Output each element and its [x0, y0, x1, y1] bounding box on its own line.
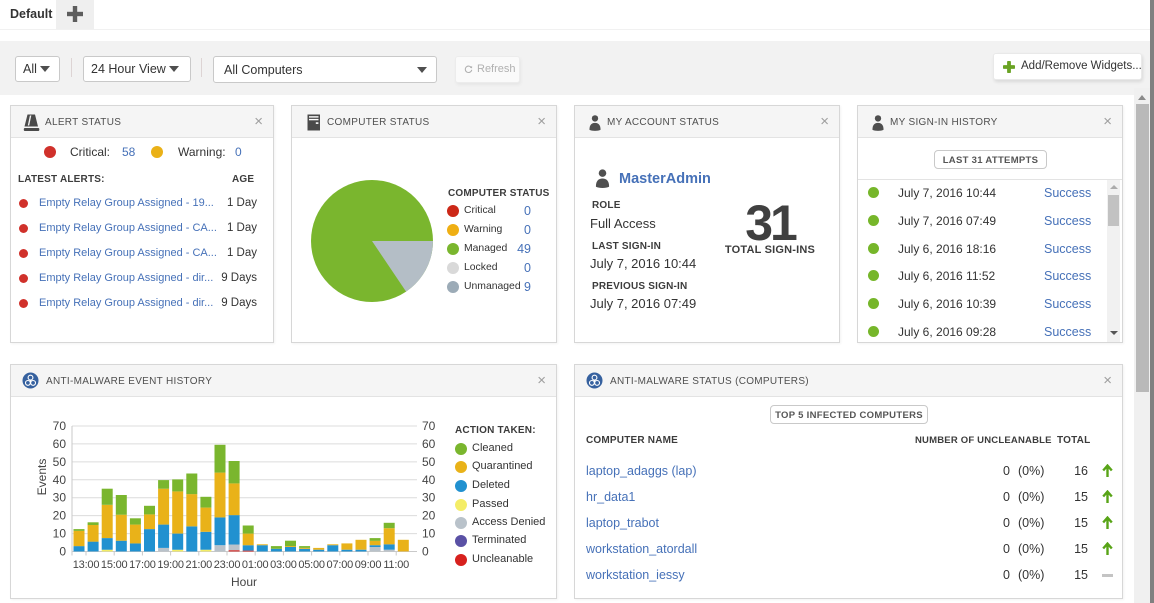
svg-text:60: 60 [53, 437, 67, 451]
svg-text:60: 60 [422, 437, 436, 451]
svg-text:10: 10 [53, 527, 67, 541]
svg-text:01:00: 01:00 [242, 559, 269, 571]
svg-text:05:00: 05:00 [298, 559, 325, 571]
svg-text:17:00: 17:00 [129, 559, 156, 571]
svg-text:23:00: 23:00 [214, 559, 241, 571]
svg-text:20: 20 [53, 509, 67, 523]
svg-text:10: 10 [422, 527, 436, 541]
svg-text:0: 0 [59, 545, 66, 559]
svg-text:40: 40 [53, 473, 67, 487]
svg-text:11:00: 11:00 [383, 559, 409, 571]
svg-text:70: 70 [53, 419, 67, 433]
svg-text:03:00: 03:00 [270, 559, 297, 571]
svg-text:15:00: 15:00 [101, 559, 128, 571]
svg-text:13:00: 13:00 [73, 559, 100, 571]
svg-text:50: 50 [422, 455, 436, 469]
svg-text:30: 30 [53, 491, 67, 505]
svg-text:21:00: 21:00 [186, 559, 213, 571]
svg-text:19:00: 19:00 [157, 559, 184, 571]
svg-text:70: 70 [422, 419, 436, 433]
svg-text:Events: Events [35, 459, 49, 496]
svg-text:07:00: 07:00 [327, 559, 354, 571]
svg-text:40: 40 [422, 473, 436, 487]
svg-text:09:00: 09:00 [355, 559, 382, 571]
svg-text:Hour: Hour [231, 575, 257, 589]
svg-text:20: 20 [422, 509, 436, 523]
svg-text:50: 50 [53, 455, 67, 469]
svg-text:30: 30 [422, 491, 436, 505]
svg-text:0: 0 [422, 545, 429, 559]
